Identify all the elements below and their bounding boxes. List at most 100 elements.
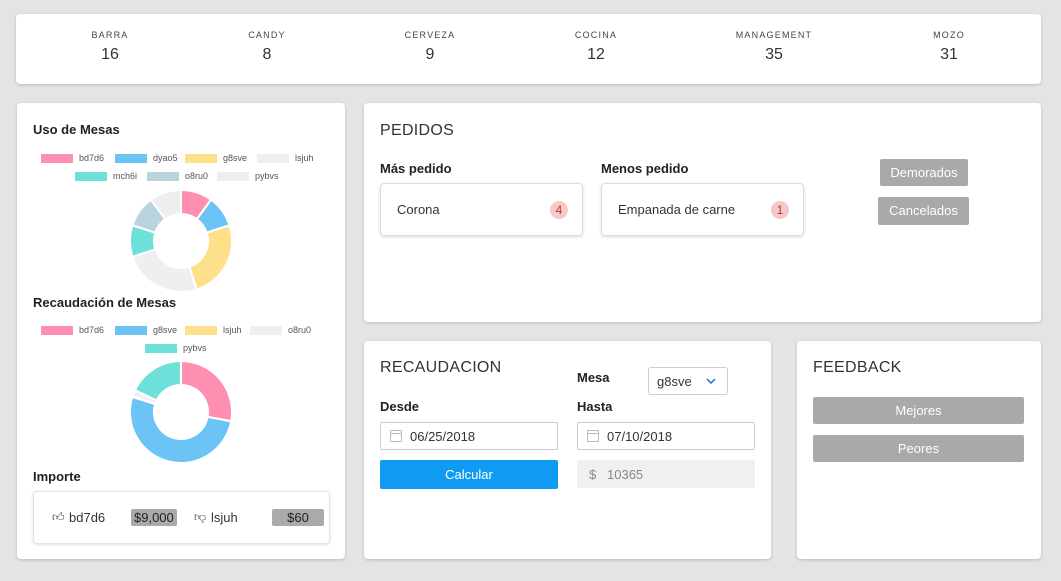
legend-swatch [185, 325, 217, 335]
mejores-button[interactable]: Mejores [813, 397, 1024, 424]
legend-swatch [185, 153, 217, 163]
legend-item: o8ru0 [147, 171, 208, 181]
uso-mesas-donut-chart [129, 188, 233, 293]
desde-date-input[interactable]: 06/25/2018 [380, 422, 558, 450]
legend-item: bd7d6 [41, 325, 104, 335]
donut-slice-g8sve[interactable] [188, 223, 233, 291]
mas-pedido-count-badge: 4 [550, 201, 568, 219]
legend-label: dyao5 [153, 153, 178, 163]
mas-pedido-name: Corona [397, 202, 440, 217]
importe-worst-value: $60 [272, 509, 324, 526]
legend-label: g8sve [153, 325, 178, 335]
result-field: $ 10365 [577, 460, 755, 488]
stats-card: BARRA 16 CANDY 8 CERVEZA 9 COCINA 12 MAN… [16, 14, 1041, 84]
stat-label: MOZO [933, 30, 965, 40]
legend-item: pybvs [217, 171, 279, 181]
stat-label: BARRA [91, 30, 129, 40]
chevron-down-icon [706, 378, 716, 384]
pedidos-title: PEDIDOS [380, 122, 455, 139]
mesa-selected-value: g8sve [657, 374, 692, 389]
importe-best-value: $9,000 [131, 509, 177, 526]
legend-label: o8ru0 [288, 325, 312, 335]
recaudacion-mesas-title: Recaudación de Mesas [33, 295, 177, 310]
donut-slice-bd7d6[interactable] [180, 359, 233, 423]
legend-item: g8sve [115, 325, 177, 335]
calendar-icon [390, 430, 402, 442]
demorados-button[interactable]: Demorados [880, 159, 968, 186]
legend-swatch [41, 325, 73, 335]
calcular-button[interactable]: Calcular [380, 460, 558, 489]
uso-mesas-title: Uso de Mesas [33, 122, 120, 137]
stat-barra: BARRA 16 [35, 30, 185, 64]
importe-box: 👍︎ bd7d6 $9,000 👎︎ lsjuh $60 [33, 491, 330, 544]
legend-label: mch6i [113, 171, 138, 181]
stat-label: MANAGEMENT [735, 30, 813, 40]
menos-pedido-item[interactable]: Empanada de carne 1 [601, 183, 804, 236]
legend-swatch [115, 153, 147, 163]
legend-label: pybvs [255, 171, 279, 181]
legend-item: g8sve [185, 153, 247, 163]
donut-slice-pybvs[interactable] [133, 359, 182, 402]
legend-item: bd7d6 [41, 153, 104, 163]
legend-label: bd7d6 [79, 153, 105, 163]
peores-button[interactable]: Peores [813, 435, 1024, 462]
legend-item: o8ru0 [250, 325, 311, 335]
hasta-date-input[interactable]: 07/10/2018 [577, 422, 755, 450]
legend-swatch [41, 153, 73, 163]
result-value: 10365 [607, 467, 644, 482]
legend-swatch [115, 325, 147, 335]
stat-label: CANDY [248, 30, 286, 40]
legend-item: lsjuh [257, 153, 314, 163]
mesa-select[interactable]: g8sve [648, 367, 728, 395]
importe-best-name: bd7d6 [69, 510, 106, 525]
importe-worst-name: lsjuh [211, 510, 238, 525]
legend-label: o8ru0 [185, 171, 209, 181]
legend-label: g8sve [223, 153, 248, 163]
donut-slice-lsjuh[interactable] [131, 248, 199, 293]
stat-value: 8 [262, 46, 272, 63]
stat-cerveza: CERVEZA 9 [355, 30, 505, 64]
legend-label: lsjuh [223, 325, 242, 335]
legend-swatch [250, 325, 282, 335]
feedback-card: FEEDBACK Mejores Peores [797, 341, 1041, 559]
pedidos-card: PEDIDOS Más pedido Corona 4 Menos pedido… [364, 103, 1041, 322]
legend-swatch [145, 343, 177, 353]
calendar-icon [587, 430, 599, 442]
stat-value: 35 [765, 46, 783, 63]
stat-management: MANAGEMENT 35 [699, 30, 849, 64]
mas-pedido-item[interactable]: Corona 4 [380, 183, 583, 236]
cancelados-button[interactable]: Cancelados [878, 197, 969, 225]
mesa-label: Mesa [577, 370, 610, 385]
feedback-title: FEEDBACK [813, 359, 902, 376]
legend-item: pybvs [145, 343, 207, 353]
thumbs-down-icon: 👎︎ [194, 510, 207, 524]
recaudacion-title: RECAUDACION [380, 359, 502, 376]
hasta-label: Hasta [577, 399, 613, 414]
legend-label: lsjuh [295, 153, 314, 163]
menos-pedido-count-badge: 1 [771, 201, 789, 219]
legend-swatch [75, 171, 107, 181]
stat-mozo: MOZO 31 [874, 30, 1024, 64]
legend-label: bd7d6 [79, 325, 105, 335]
legend-label: pybvs [183, 343, 207, 353]
stat-label: CERVEZA [404, 30, 456, 40]
legend-item: mch6i [75, 171, 137, 181]
menos-pedido-label: Menos pedido [601, 161, 689, 176]
mesas-card: Uso de Mesas bd7d6 dyao5 g8sve lsjuh mch… [17, 103, 345, 559]
stat-label: COCINA [574, 30, 618, 40]
hasta-date-value: 07/10/2018 [607, 429, 673, 444]
desde-date-value: 06/25/2018 [410, 429, 476, 444]
menos-pedido-name: Empanada de carne [618, 202, 736, 217]
legend-item: dyao5 [115, 153, 178, 163]
stat-value: 9 [425, 46, 435, 63]
importe-title: Importe [33, 469, 81, 484]
legend-item: lsjuh [185, 325, 242, 335]
legend-swatch [147, 171, 179, 181]
legend-swatch [217, 171, 249, 181]
stat-cocina: COCINA 12 [521, 30, 671, 64]
thumbs-up-icon: 👍︎ [52, 510, 65, 524]
stat-value: 12 [587, 46, 605, 63]
recaudacion-card: RECAUDACION Mesa g8sve Desde Hasta 06/25… [364, 341, 771, 559]
stat-value: 31 [940, 46, 958, 63]
dollar-icon: $ [589, 467, 597, 482]
